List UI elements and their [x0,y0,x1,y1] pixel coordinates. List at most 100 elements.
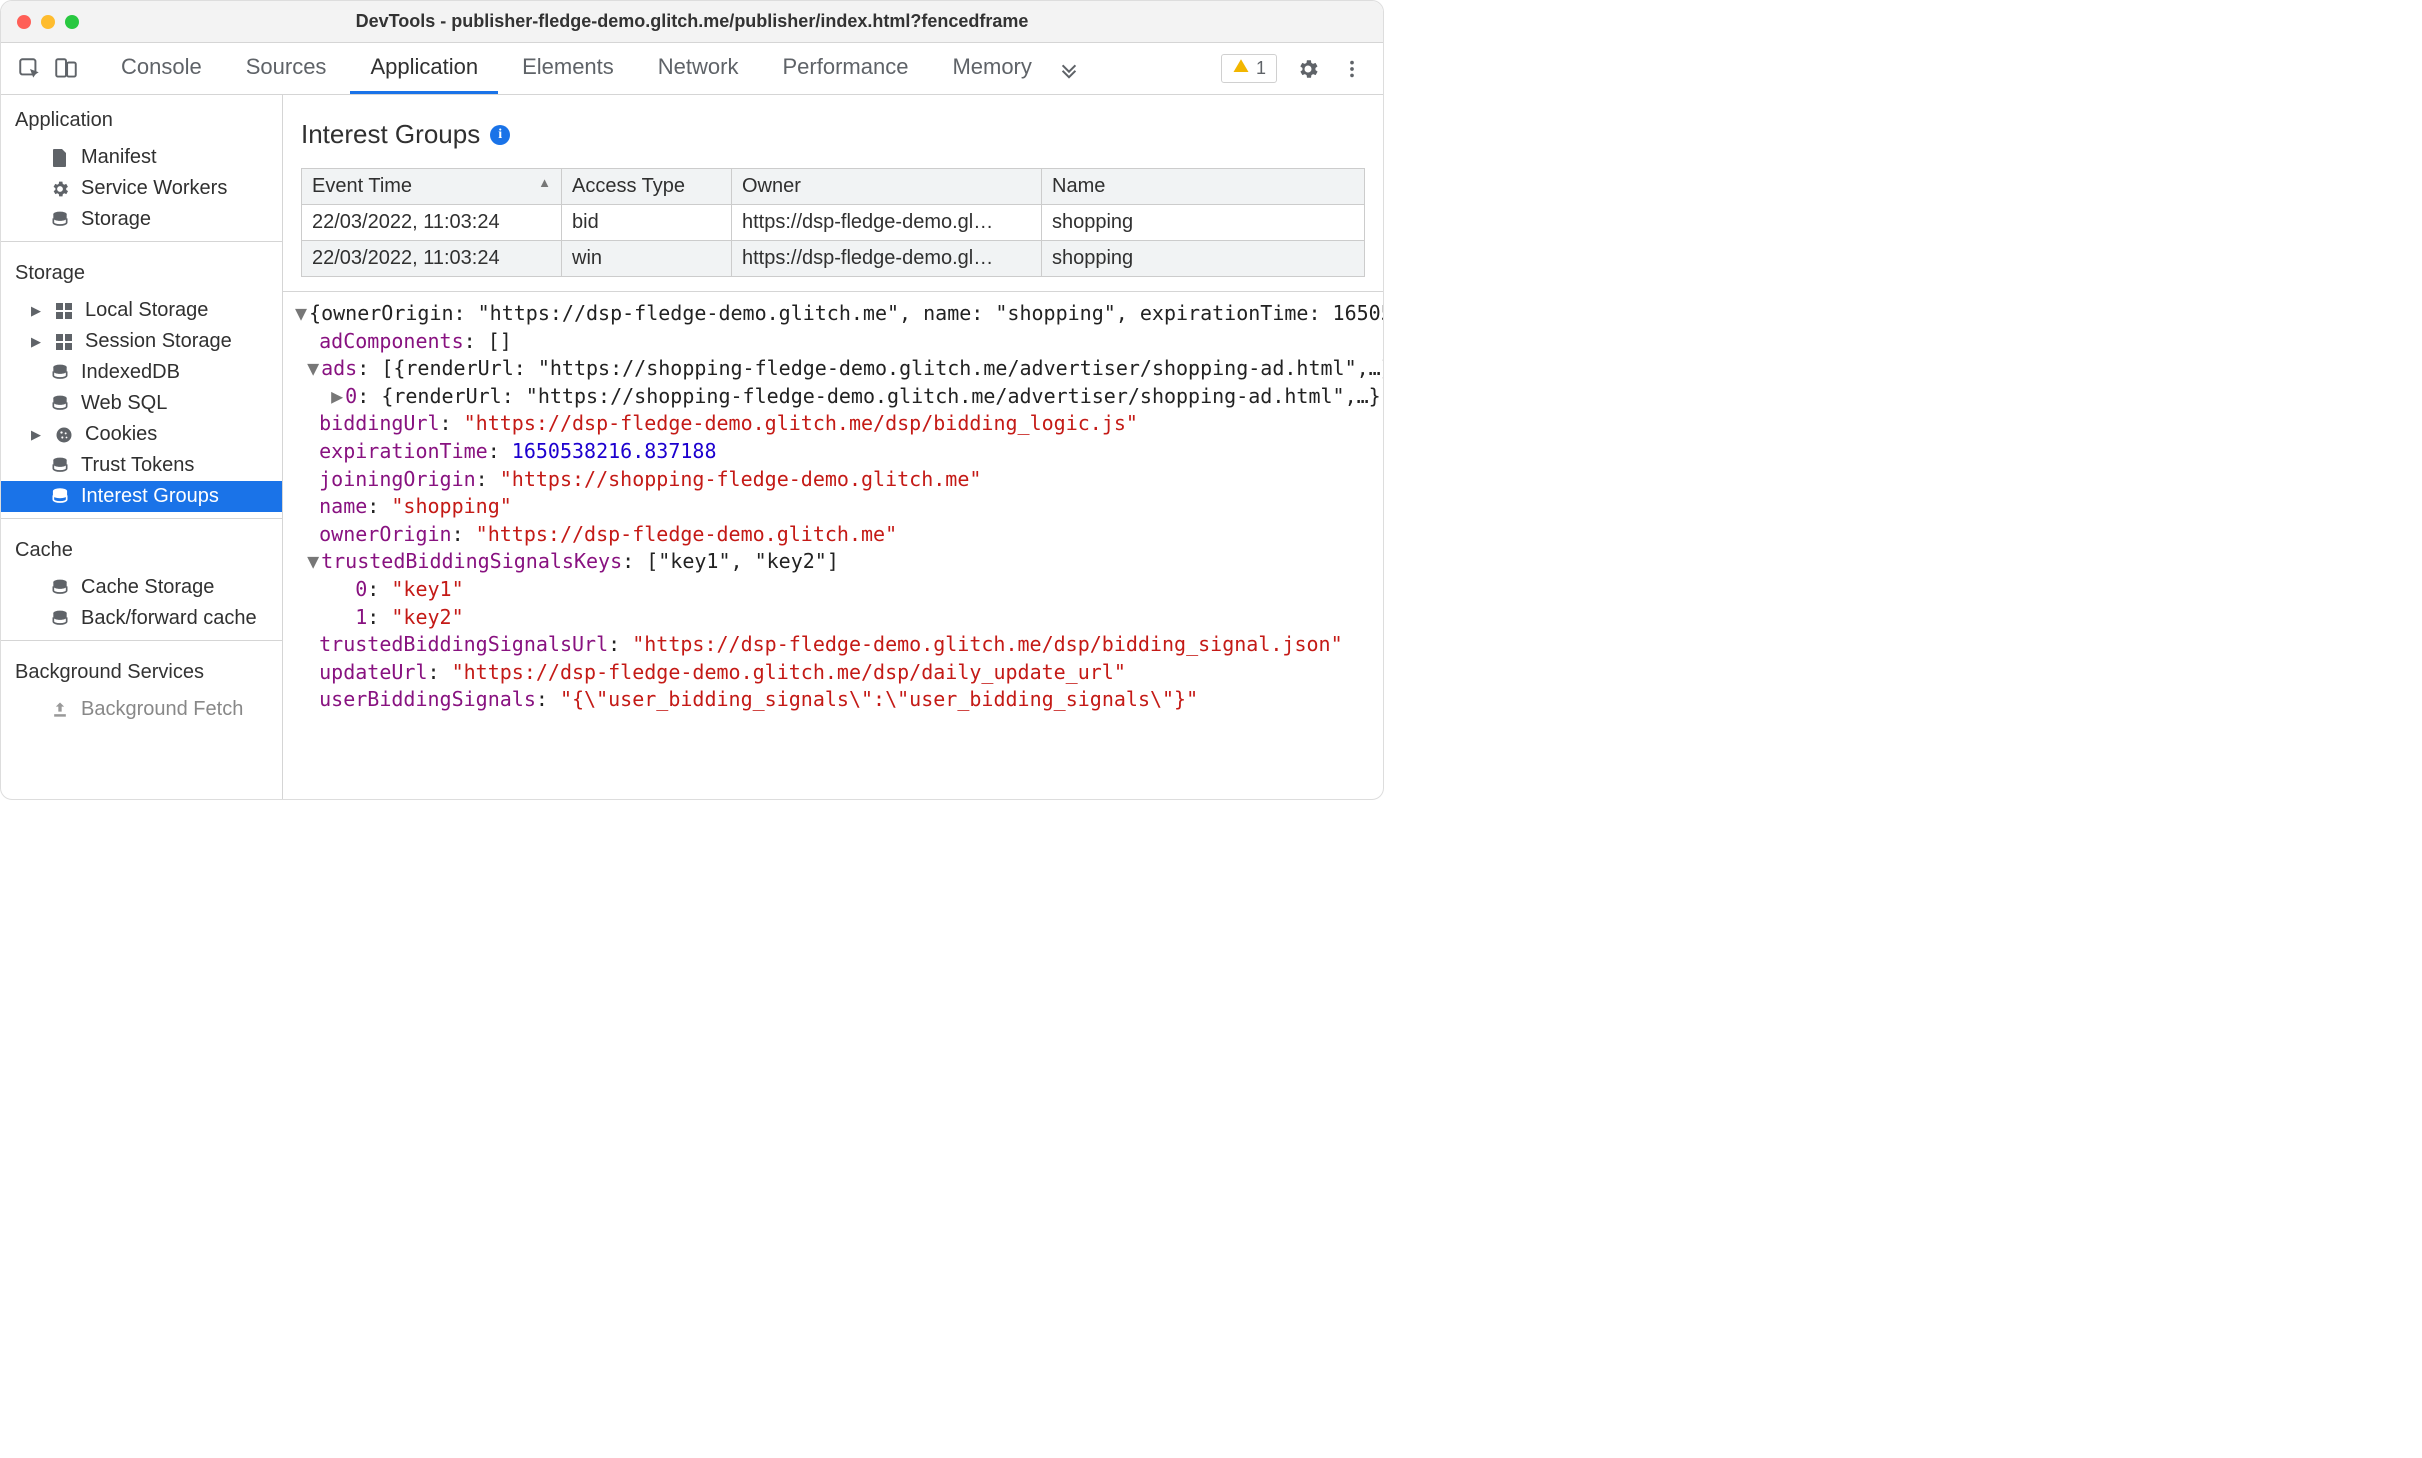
cell-owner: https://dsp-fledge-demo.gl… [732,241,1042,277]
tab-elements[interactable]: Elements [502,43,634,94]
tab-console[interactable]: Console [101,43,222,94]
tab-memory[interactable]: Memory [932,43,1051,94]
minimize-window-icon[interactable] [41,15,55,29]
tabbar: Console Sources Application Elements Net… [1,43,1383,95]
warnings-badge[interactable]: 1 [1221,54,1277,83]
sidebar-item-bfcache[interactable]: Back/forward cache [1,603,282,634]
sidebar-item-trust-tokens[interactable]: Trust Tokens [1,450,282,481]
database-icon [49,209,71,231]
window-title: DevTools - publisher-fledge-demo.glitch.… [1,11,1383,32]
sidebar-item-manifest[interactable]: Manifest [1,142,282,173]
main-panel: Interest Groups i Event Time▲ Access Typ… [283,95,1383,799]
close-window-icon[interactable] [17,15,31,29]
traffic-lights [1,15,79,29]
val-joiningorigin: "https://shopping-fledge-demo.glitch.me" [500,467,982,491]
sidebar-item-cookies[interactable]: ▶ Cookies [1,419,282,450]
col-access-type[interactable]: Access Type [562,169,732,205]
devtools-window: DevTools - publisher-fledge-demo.glitch.… [0,0,1384,800]
val-userbiddingsignals: "{\"user_bidding_signals\":\"user_biddin… [560,687,1198,711]
sidebar-item-interest-groups[interactable]: Interest Groups [1,481,282,512]
col-event-time[interactable]: Event Time▲ [302,169,562,205]
sidebar-item-indexeddb[interactable]: IndexedDB [1,357,282,388]
more-tabs-icon[interactable] [1056,56,1082,82]
sidebar-item-bgfetch[interactable]: Background Fetch [1,694,282,725]
upload-icon [49,699,71,721]
collapse-toggle-icon[interactable]: ▼ [307,355,321,383]
inspect-element-icon[interactable] [17,56,43,82]
application-sidebar: Application Manifest Service Workers Sto… [1,95,283,799]
settings-icon[interactable] [1295,56,1321,82]
database-icon [49,362,71,384]
collapse-toggle-icon[interactable]: ▼ [307,548,321,576]
device-toolbar-icon[interactable] [53,56,79,82]
val-ads-0: {renderUrl: "https://shopping-fledge-dem… [381,384,1380,408]
col-name[interactable]: Name [1042,169,1365,205]
cell-type: win [562,241,732,277]
cell-name: shopping [1042,205,1365,241]
expand-arrow-icon[interactable]: ▶ [29,427,43,443]
database-icon [49,608,71,630]
val-tbsk: ["key1", "key2"] [646,549,839,573]
database-icon [49,577,71,599]
gear-icon [49,178,71,200]
val-tbsurl: "https://dsp-fledge-demo.glitch.me/dsp/b… [632,632,1342,656]
tab-network[interactable]: Network [638,43,759,94]
cell-name: shopping [1042,241,1365,277]
panel-tabs: Console Sources Application Elements Net… [101,43,1052,94]
file-icon [49,147,71,169]
cell-type: bid [562,205,732,241]
warnings-count: 1 [1256,58,1266,79]
sidebar-label: Back/forward cache [81,607,257,630]
object-detail-view[interactable]: ▼{ownerOrigin: "https://dsp-fledge-demo.… [283,291,1383,799]
sidebar-item-local-storage[interactable]: ▶ Local Storage [1,295,282,326]
tab-sources[interactable]: Sources [226,43,347,94]
cell-time: 22/03/2022, 11:03:24 [302,205,562,241]
sort-asc-icon: ▲ [538,175,551,190]
sidebar-label: Manifest [81,146,157,169]
tab-performance[interactable]: Performance [762,43,928,94]
val-ads: [{renderUrl: "https://shopping-fledge-de… [381,356,1383,380]
expand-toggle-icon[interactable]: ▶ [331,383,345,411]
sidebar-item-storage[interactable]: Storage [1,204,282,235]
sidebar-item-websql[interactable]: Web SQL [1,388,282,419]
expand-arrow-icon[interactable]: ▶ [29,334,43,350]
sidebar-label: Interest Groups [81,485,219,508]
sidebar-item-service-workers[interactable]: Service Workers [1,173,282,204]
database-icon [49,455,71,477]
val-tbsk-0: "key1" [391,577,463,601]
table-row[interactable]: 22/03/2022, 11:03:24 bid https://dsp-fle… [302,205,1365,241]
col-owner[interactable]: Owner [732,169,1042,205]
collapse-toggle-icon[interactable]: ▼ [295,300,309,328]
cell-time: 22/03/2022, 11:03:24 [302,241,562,277]
kebab-menu-icon[interactable] [1339,56,1365,82]
sidebar-label: Background Fetch [81,698,243,721]
sidebar-label: Service Workers [81,177,227,200]
grid-icon [53,331,75,353]
sidebar-label: Local Storage [85,299,208,322]
fullscreen-window-icon[interactable] [65,15,79,29]
panel-header: Interest Groups i [283,95,1383,168]
titlebar: DevTools - publisher-fledge-demo.glitch.… [1,1,1383,43]
sidebar-label: Session Storage [85,330,232,353]
warning-icon [1232,57,1250,80]
sidebar-section-application: Application [1,95,282,142]
sidebar-item-cache-storage[interactable]: Cache Storage [1,572,282,603]
sidebar-item-session-storage[interactable]: ▶ Session Storage [1,326,282,357]
val-biddingurl: "https://dsp-fledge-demo.glitch.me/dsp/b… [464,411,1138,435]
expand-arrow-icon[interactable]: ▶ [29,303,43,319]
sidebar-label: IndexedDB [81,361,180,384]
sidebar-section-bgservices: Background Services [1,647,282,694]
tab-application[interactable]: Application [350,43,498,94]
val-expirationtime: 1650538216.837188 [512,439,717,463]
detail-header: {ownerOrigin: "https://dsp-fledge-demo.g… [309,301,1383,325]
table-header-row: Event Time▲ Access Type Owner Name [302,169,1365,205]
cell-owner: https://dsp-fledge-demo.gl… [732,205,1042,241]
val-adcomponents: [] [488,329,512,353]
table-row[interactable]: 22/03/2022, 11:03:24 win https://dsp-fle… [302,241,1365,277]
sidebar-label: Cookies [85,423,157,446]
interest-groups-table: Event Time▲ Access Type Owner Name 22/03… [301,168,1365,277]
body: Application Manifest Service Workers Sto… [1,95,1383,799]
grid-icon [53,300,75,322]
info-icon[interactable]: i [490,125,510,145]
panel-title: Interest Groups [301,119,480,150]
